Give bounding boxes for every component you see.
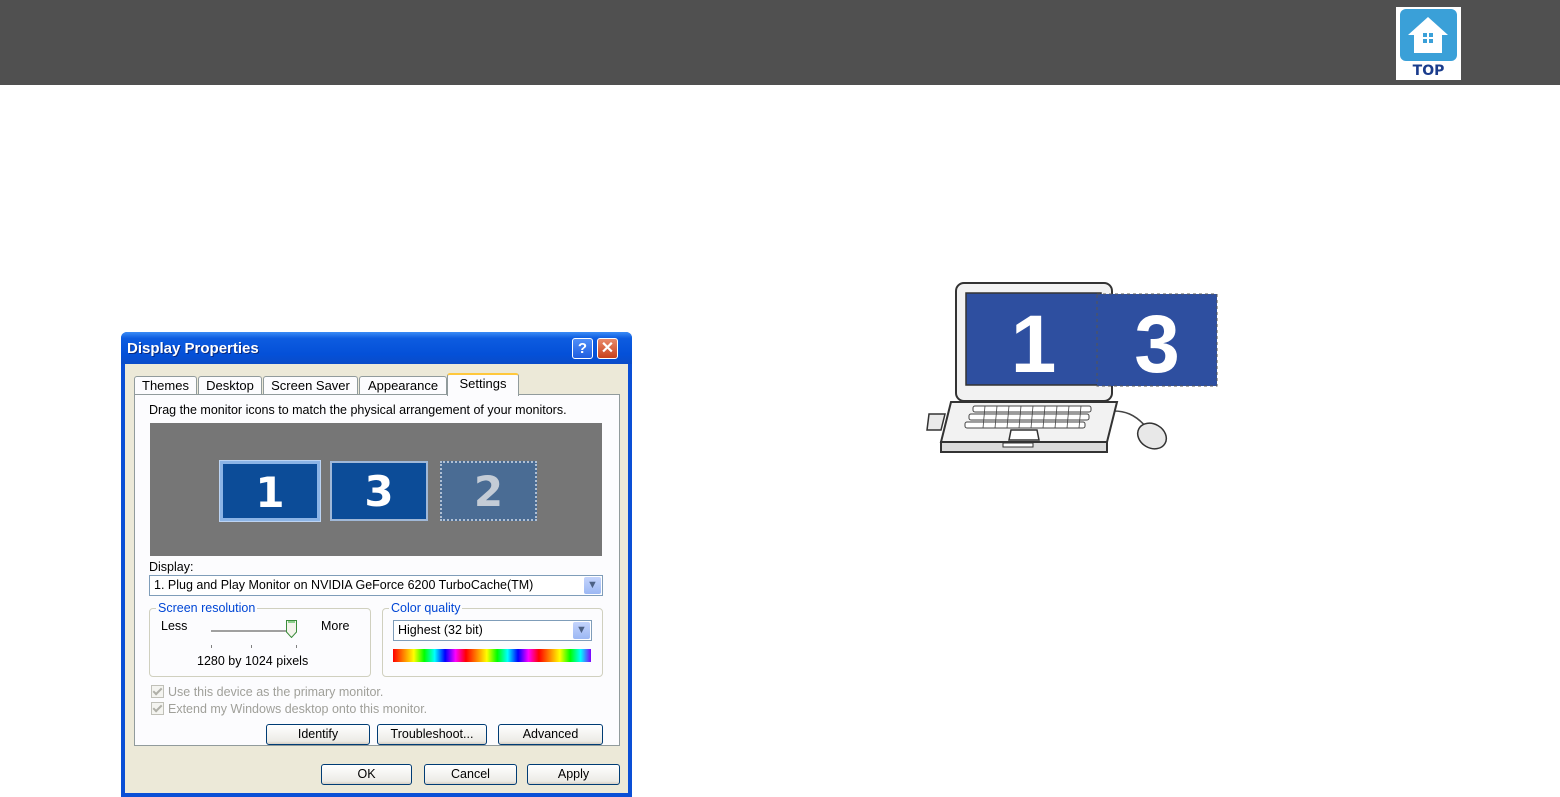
display-select-value: 1. Plug and Play Monitor on NVIDIA GeFor…: [154, 578, 534, 592]
top-home-button[interactable]: TOP: [1396, 7, 1461, 80]
color-quality-title: Color quality: [389, 601, 463, 615]
display-select[interactable]: 1. Plug and Play Monitor on NVIDIA GeFor…: [149, 575, 603, 596]
color-quality-select[interactable]: Highest (32 bit) ▼: [393, 620, 592, 641]
touchpad: [1008, 429, 1040, 441]
less-label: Less: [161, 619, 188, 633]
mouse-icon: [1136, 422, 1168, 450]
resolution-slider-thumb[interactable]: [286, 620, 297, 638]
dialog-title: Display Properties: [127, 340, 259, 357]
troubleshoot-button[interactable]: Troubleshoot...: [377, 724, 487, 745]
apply-button[interactable]: Apply: [527, 764, 620, 785]
laptop-illustration: 1 3: [926, 282, 1218, 453]
tab-themes[interactable]: Themes: [134, 376, 197, 395]
slider-tick: [296, 645, 297, 648]
color-quality-group: Color quality Highest (32 bit) ▼: [382, 601, 603, 677]
identify-button[interactable]: Identify: [266, 724, 370, 745]
ok-button[interactable]: OK: [321, 764, 412, 785]
dialog-client-area: Themes Desktop Screen Saver Appearance S…: [125, 364, 628, 793]
cd-tray: [926, 413, 946, 431]
slider-tick: [211, 645, 212, 648]
extend-desktop-label: Extend my Windows desktop onto this moni…: [168, 702, 428, 716]
display-properties-dialog: Display Properties ? ✕ Themes Desktop Sc…: [121, 332, 632, 797]
color-spectrum-bar: [393, 649, 591, 662]
laptop-screen-number: 1: [1011, 299, 1057, 390]
tab-screen-saver[interactable]: Screen Saver: [263, 376, 358, 395]
cancel-button[interactable]: Cancel: [424, 764, 517, 785]
tab-appearance[interactable]: Appearance: [359, 376, 447, 395]
touchpad-button: [1002, 442, 1034, 448]
monitor-arrangement-area: 1 3 2: [150, 423, 602, 556]
tab-settings[interactable]: Settings: [447, 373, 519, 396]
display-label: Display:: [149, 560, 194, 574]
color-quality-value: Highest (32 bit): [398, 623, 483, 637]
monitor-1-icon[interactable]: 1: [219, 460, 321, 522]
instruction-text: Drag the monitor icons to match the phys…: [149, 403, 567, 417]
monitor-2-icon[interactable]: 2: [440, 461, 537, 521]
primary-monitor-checkbox[interactable]: Use this device as the primary monitor.: [151, 685, 383, 699]
chevron-down-icon[interactable]: ▼: [573, 622, 590, 639]
help-button[interactable]: ?: [572, 338, 593, 359]
resolution-slider-track[interactable]: [211, 630, 297, 633]
checkbox-check-icon: [151, 685, 164, 698]
extend-desktop-checkbox[interactable]: Extend my Windows desktop onto this moni…: [151, 702, 427, 716]
slider-tick: [251, 645, 252, 648]
monitor-3-icon[interactable]: 3: [330, 461, 428, 521]
screen-resolution-title: Screen resolution: [156, 601, 258, 615]
resolution-value: 1280 by 1024 pixels: [197, 654, 309, 668]
checkbox-check-icon: [151, 702, 164, 715]
more-label: More: [321, 619, 350, 633]
top-label: TOP: [1412, 63, 1445, 79]
header-bar: [0, 0, 1560, 85]
advanced-button[interactable]: Advanced: [498, 724, 603, 745]
close-button[interactable]: ✕: [597, 338, 618, 359]
primary-monitor-label: Use this device as the primary monitor.: [168, 685, 384, 699]
dialog-titlebar[interactable]: Display Properties ? ✕: [121, 332, 632, 364]
tab-desktop[interactable]: Desktop: [198, 376, 262, 395]
chevron-down-icon[interactable]: ▼: [584, 577, 601, 594]
screen-resolution-group: Screen resolution Less More 1280 by 1024…: [149, 601, 371, 677]
second-screen-number: 3: [1134, 299, 1180, 390]
settings-panel: Drag the monitor icons to match the phys…: [134, 394, 620, 746]
